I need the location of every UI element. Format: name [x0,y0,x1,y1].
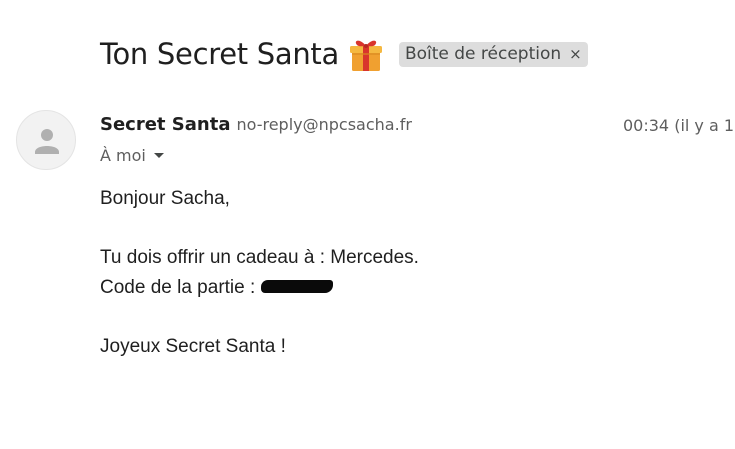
body-gift-line: Tu dois offrir un cadeau à : Mercedes. [100,247,419,268]
body-code-line: Code de la partie : [100,273,419,303]
sender-row: Secret Santa no-reply@npcsacha.fr [100,114,412,135]
inbox-label-text: Boîte de réception [404,43,562,64]
body-closing: Joyeux Secret Santa ! [100,335,286,357]
subject-row: Ton Secret Santa Boîte de réception × [100,36,588,72]
inbox-label-chip[interactable]: Boîte de réception × [398,41,588,67]
body-code-label: Code de la partie : [100,276,256,298]
close-icon[interactable]: × [569,45,582,63]
sender-avatar[interactable] [16,110,76,170]
email-timestamp: 00:34 (il y a 1 [623,116,735,135]
gift-icon [349,36,383,72]
redacted-code [260,279,333,293]
recipient-details-toggle[interactable]: À moi [100,146,164,165]
recipient-label: À moi [100,146,146,165]
email-body: Bonjour Sacha, Tu dois offrir un cadeau … [100,184,419,361]
sender-name[interactable]: Secret Santa [100,114,230,135]
chevron-down-icon[interactable] [153,153,164,158]
person-icon [35,129,59,154]
sender-email[interactable]: no-reply@npcsacha.fr [236,115,411,134]
body-greeting: Bonjour Sacha, [100,188,230,209]
email-subject: Ton Secret Santa [100,37,339,71]
